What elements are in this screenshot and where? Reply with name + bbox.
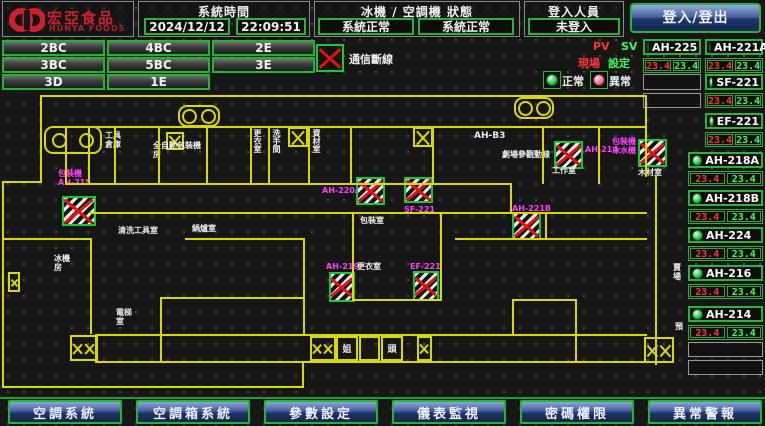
wall-segment (352, 299, 442, 301)
plan-unit-offline[interactable] (638, 139, 667, 167)
nav-button-param-settings[interactable]: 參數設定 (264, 400, 378, 424)
stairs-icon (44, 126, 102, 154)
wall-segment (510, 183, 512, 213)
room-label: 工作室 (552, 166, 576, 175)
wall-segment (303, 238, 305, 335)
wall-segment (440, 213, 442, 301)
wall-segment (206, 126, 208, 184)
room-label: 清洗工具室 (118, 226, 158, 235)
wall-segment (40, 95, 645, 97)
nav-button-ahu-system[interactable]: 空調箱系統 (136, 400, 250, 424)
wall-segment (350, 126, 352, 184)
plan-unit-ah-215-offline[interactable] (62, 196, 96, 226)
room-label: 賣 場 (673, 263, 681, 281)
room-label: AH-B3 (474, 132, 505, 141)
stairs-icon (514, 97, 554, 119)
wall-segment (185, 238, 303, 240)
wall-segment (2, 386, 304, 388)
wall-segment (542, 126, 544, 184)
plan-unit-ah-214-offline[interactable] (554, 141, 583, 169)
wall-segment (95, 334, 97, 363)
nav-button-password-auth[interactable]: 密碼權限 (520, 400, 634, 424)
elevator-xx-icon (70, 335, 98, 361)
wall-segment (455, 238, 647, 240)
wall-segment (432, 126, 434, 184)
room-label: 更衣室 (357, 262, 381, 271)
wall-segment (598, 126, 600, 184)
room-label-vertical: 資材室 (311, 129, 321, 153)
wall-segment (160, 297, 305, 299)
wall-segment (352, 213, 354, 301)
floor-plan: 姐 頭 包裝機 AH-215 AH-220A SF-221 AH-219 EF-… (0, 0, 765, 426)
nav-button-meter-monitor[interactable]: 儀表監視 (392, 400, 506, 424)
plan-unit-ah-221b-offline[interactable] (512, 212, 541, 240)
room-box: 頭 (381, 336, 403, 361)
wall-segment (95, 334, 647, 336)
room-label: 全自動包裝機房 (153, 141, 207, 159)
room-label: 冰機 房 (54, 254, 70, 272)
plan-unit-label: EF-221 (410, 262, 441, 271)
stairs-icon (178, 105, 220, 127)
room-label: 工具 倉庫 (105, 131, 121, 149)
plan-unit-sf-221-offline[interactable] (404, 177, 433, 203)
room-box (359, 336, 380, 361)
room-label-vertical: 更衣室 (252, 129, 262, 153)
nav-separator (0, 397, 765, 399)
elevator-xx-icon (644, 337, 674, 363)
wall-segment (268, 126, 270, 184)
wall-segment (512, 299, 514, 334)
plan-unit-label: 包裝機 冰水機 (612, 137, 636, 155)
plan-unit-ef-221-offline[interactable] (413, 271, 439, 301)
wall-segment (95, 361, 650, 363)
shaft-x-icon (8, 272, 20, 292)
wall-segment (308, 126, 310, 184)
room-label-vertical: 洗手間 (271, 129, 281, 153)
room-label: 電梯 室 (116, 308, 132, 326)
wall-segment (88, 126, 90, 184)
wall-segment (645, 95, 647, 177)
nav-button-alarm[interactable]: 異常警報 (648, 400, 762, 424)
hmi-screen: 宏亞食品 HUNYA FOODS 系統時間 2024/12/12 22:09:5… (0, 0, 765, 426)
shaft-x-icon (413, 127, 433, 147)
shaft-x-icon (417, 336, 432, 361)
elevator-xx-icon (310, 336, 336, 361)
room-box: 姐 (336, 336, 358, 361)
wall-segment (65, 126, 67, 184)
shaft-x-icon (288, 127, 308, 147)
wall-segment (160, 297, 162, 362)
wall-segment (2, 238, 90, 240)
wall-segment (90, 238, 92, 334)
wall-segment (40, 95, 42, 183)
wall-segment (655, 175, 657, 365)
wall-segment (250, 126, 252, 184)
nav-button-ac-system[interactable]: 空調系統 (8, 400, 122, 424)
wall-segment (512, 299, 577, 301)
wall-segment (575, 299, 577, 362)
wall-segment (302, 362, 304, 388)
wall-segment (2, 181, 42, 183)
plan-unit-ah-220a-offline[interactable] (356, 177, 385, 205)
room-label: 預 (675, 322, 683, 331)
wall-segment (90, 212, 647, 214)
wall-segment (65, 183, 512, 185)
wall-segment (158, 126, 160, 184)
room-label: 鍋爐室 (192, 224, 216, 233)
wall-segment (545, 213, 547, 240)
room-label: 包裝室 (360, 216, 384, 225)
wall-segment (2, 181, 4, 388)
room-label: 木材室 (638, 168, 662, 177)
wall-segment (65, 126, 645, 128)
wall-segment (114, 126, 116, 184)
